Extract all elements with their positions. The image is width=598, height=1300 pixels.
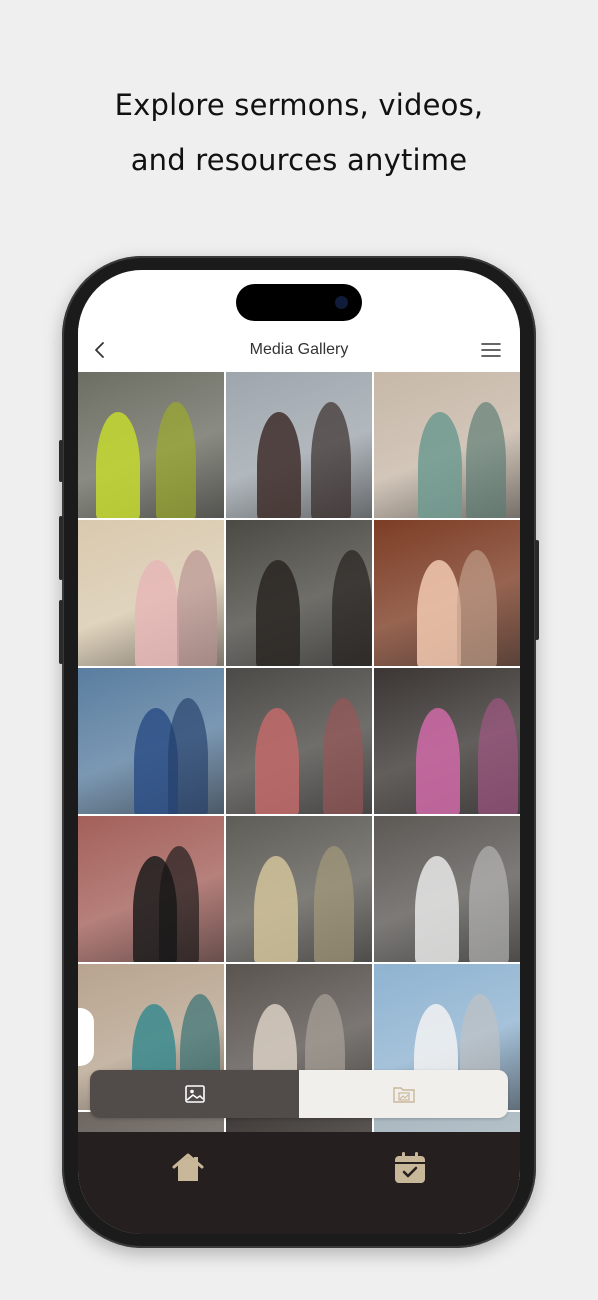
phone-silent-switch [59,440,63,482]
app-bar: Media Gallery [78,328,520,372]
cellular-signal-icon [406,293,424,303]
photo-figure [323,698,363,814]
photo-tile-group-of-men-smiling[interactable] [226,668,372,814]
photo-figure [96,412,140,518]
photo-figure [159,846,199,962]
photo-figure [417,560,461,666]
app-screen: 6:04 Media Gallery [78,270,520,1234]
photo-figure [311,402,351,518]
view-toggle [90,1070,508,1118]
events-tab[interactable] [388,1146,432,1190]
photo-figure [256,560,300,666]
edge-tab[interactable] [78,1008,94,1066]
photo-figure [156,402,196,518]
photo-figure [314,846,354,962]
bottom-nav [78,1132,520,1234]
photo-figure [469,846,509,962]
status-icons [406,292,480,304]
photo-figure [418,412,462,518]
photo-figure [257,412,301,518]
album-view-tab[interactable] [299,1070,508,1118]
photo-figure [168,698,208,814]
status-time: 6:04 [130,290,163,307]
photo-figure [135,560,179,666]
page-title: Media Gallery [249,341,349,358]
photo-figure [254,856,298,962]
home-icon [172,1153,204,1181]
headline-line-2: and resources anytime [130,143,468,177]
photo-tile-woman-at-kiosk[interactable] [374,372,520,518]
photo-tile-women-hugging[interactable] [226,372,372,518]
photo-tile-people-in-dim-room[interactable] [374,668,520,814]
camera-lens [335,296,348,309]
headline-line-1: Explore sermons, videos, [114,88,484,122]
phone-power-button [535,540,539,640]
home-tab[interactable] [166,1146,210,1190]
marketing-headline: Explore sermons, videos, and resources a… [0,78,598,188]
photo-tile-preacher-with-mic[interactable] [374,816,520,962]
photo-tile-group-selfie[interactable] [78,816,224,962]
photo-tile-kids-on-stairs[interactable] [78,520,224,666]
battery-icon [456,292,480,304]
menu-button[interactable] [480,340,502,360]
photo-figure [177,550,217,666]
dynamic-island [236,284,362,321]
hamburger-menu-icon [481,343,501,357]
photo-tile-volunteers-in-safety-vests[interactable] [78,372,224,518]
calendar-check-icon [395,1152,425,1183]
photo-tile-couple-greeting[interactable] [226,816,372,962]
photo-figure [466,402,506,518]
wifi-icon [432,292,448,303]
photo-figure [415,856,459,962]
photo-tile-outdoor-baptism[interactable] [78,668,224,814]
photo-tile-worship-stage-lights[interactable] [374,520,520,666]
photo-figure [255,708,299,814]
folder-image-icon [392,1087,415,1103]
phone-volume-up [59,516,63,580]
photo-figure [457,550,497,666]
phone-volume-down [59,600,63,664]
grid-view-tab[interactable] [90,1070,299,1118]
image-icon [184,1085,205,1103]
photo-figure [416,708,460,814]
chevron-left-icon [95,342,104,358]
back-button[interactable] [88,338,112,362]
photo-tile-man-raising-hands[interactable] [226,520,372,666]
photo-figure [332,550,372,666]
photo-figure [478,698,518,814]
